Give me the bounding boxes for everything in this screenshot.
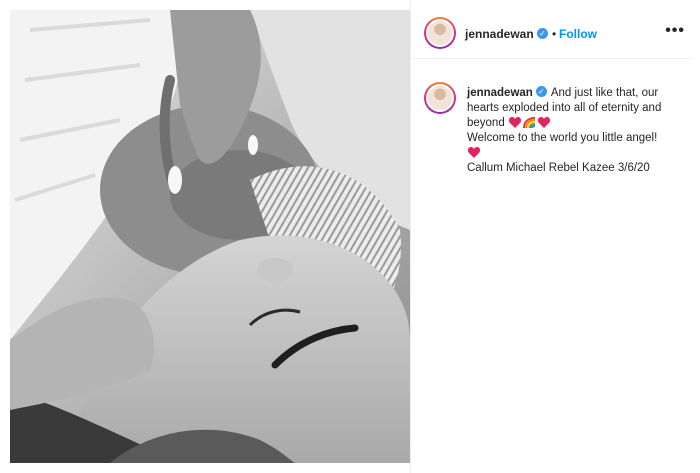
caption-avatar[interactable] [424,82,456,114]
separator-dot: • [552,27,557,41]
caption-verified-icon: ✓ [535,86,547,98]
post-header: jennadewan ✓ • Follow ••• [411,10,691,59]
red-heart-icon [468,147,480,159]
caption-line-3: Callum Michael Rebel Kazee 3/6/20 [467,162,650,174]
profile-picture [426,19,454,47]
rainbow-icon [522,116,535,129]
caption-line-2: Welcome to the world you little angel! [467,132,658,144]
red-heart-icon [508,117,521,129]
instagram-post: jennadewan ✓ • Follow ••• jennadewan ✓ And… [0,0,700,473]
verified-icon: ✓ [537,28,548,39]
post-photo[interactable] [10,10,410,463]
newborn-photo-illustration [10,10,410,463]
red-heart-icon [537,117,550,129]
follow-button[interactable]: Follow [559,27,597,41]
post-sidebar: jennadewan ✓ • Follow ••• jennadewan ✓ And… [410,0,700,473]
caption-username[interactable]: jennadewan [467,87,533,99]
more-options-icon[interactable]: ••• [665,22,685,40]
caption-profile-picture [426,84,454,112]
profile-avatar[interactable] [424,17,456,49]
caption-text: jennadewan ✓ And just like that, our heart… [467,86,689,176]
header-username[interactable]: jennadewan [465,27,534,41]
